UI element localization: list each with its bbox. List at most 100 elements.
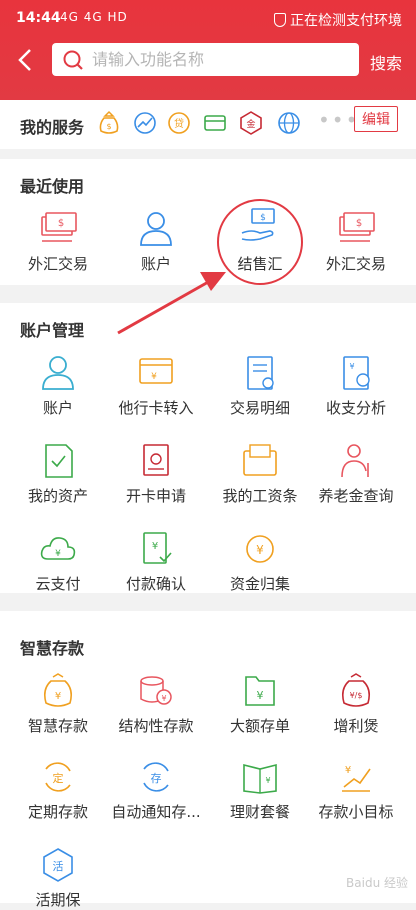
finance-package-icon: ¥ <box>243 763 277 794</box>
svg-text:活: 活 <box>53 860 64 873</box>
smart-deposit-icon: ¥ <box>44 673 72 707</box>
transaction-detail-icon <box>247 356 274 390</box>
asset-icon <box>45 444 73 478</box>
deposit-item-label: 结构性存款 <box>118 717 194 735</box>
payment-confirm-icon: ¥ <box>143 532 172 564</box>
deposit-item-label: 自动通知存... <box>111 803 201 821</box>
back-button[interactable] <box>12 46 40 74</box>
payslip-icon <box>243 444 277 476</box>
gold-icon[interactable]: 金 <box>238 110 264 136</box>
deposit-item-fixed[interactable]: 定 定期存款 <box>6 759 110 822</box>
search-box[interactable] <box>52 43 359 76</box>
svg-text:¥: ¥ <box>161 694 166 703</box>
deposit-item-label: 活期保 <box>35 891 81 909</box>
status-bar: 14:44 4G 4G HD 正在检测支付环境 <box>0 0 416 36</box>
recent-section: 最近使用 $ 外汇交易 账户 $ 结售汇 $ 外汇交易 <box>0 159 416 285</box>
svg-text:¥: ¥ <box>55 691 61 702</box>
deposit-item-structured[interactable]: ¥ 结构性存款 <box>104 673 208 736</box>
deposit-item-label: 智慧存款 <box>27 717 88 735</box>
card-icon[interactable] <box>202 110 228 136</box>
recent-title: 最近使用 <box>20 177 85 196</box>
deposit-item-finance-package[interactable]: ¥ 理财套餐 <box>208 759 312 822</box>
globe-icon[interactable] <box>276 110 302 136</box>
recent-item-account[interactable]: 账户 <box>104 211 208 274</box>
signal-indicator: 4G 4G HD <box>60 10 128 24</box>
account-item-label: 收支分析 <box>325 399 386 417</box>
account-item-label: 资金归集 <box>229 575 290 593</box>
recent-item-forex-2[interactable]: $ 外汇交易 <box>304 211 408 274</box>
account-item-analysis[interactable]: ¥ 收支分析 <box>304 355 408 418</box>
account-item-label: 他行卡转入 <box>118 399 194 417</box>
card-transfer-icon: ¥ <box>139 358 173 384</box>
deposit-item-label: 大额存单 <box>229 717 290 735</box>
status-time: 14:44 <box>16 10 61 26</box>
deposit-item-label: 存款小目标 <box>318 803 394 821</box>
status-right: 正在检测支付环境 <box>274 10 402 30</box>
recent-item-label: 账户 <box>140 255 171 273</box>
account-item-label: 付款确认 <box>125 575 186 593</box>
svg-text:¥: ¥ <box>55 549 61 559</box>
account-item-pension[interactable]: 养老金查询 <box>304 443 408 506</box>
current-deposit-icon: 活 <box>43 848 73 882</box>
deposit-item-interest-pot[interactable]: ¥/$ 增利煲 <box>304 673 408 736</box>
svg-text:¥: ¥ <box>265 776 270 785</box>
svg-text:¥: ¥ <box>151 372 157 382</box>
account-item-label: 我的资产 <box>27 487 88 505</box>
loan-icon[interactable]: 贷 <box>166 110 192 136</box>
recent-item-forex[interactable]: $ 外汇交易 <box>6 211 110 274</box>
forex-icon: $ <box>339 212 375 242</box>
trend-icon[interactable] <box>132 110 158 136</box>
deposit-item-large[interactable]: ¥ 大额存单 <box>208 673 312 736</box>
account-item-card-transfer[interactable]: ¥ 他行卡转入 <box>104 355 208 418</box>
account-icon <box>140 212 172 246</box>
recent-item-label: 外汇交易 <box>325 255 386 273</box>
account-item-payslip[interactable]: 我的工资条 <box>208 443 312 506</box>
shield-icon <box>274 13 286 27</box>
auto-notice-deposit-icon: 存 <box>143 762 169 792</box>
back-arrow-icon <box>18 49 31 71</box>
smart-deposit-title: 智慧存款 <box>20 639 85 658</box>
forex-icon: $ <box>41 212 77 242</box>
top-header: 14:44 4G 4G HD 正在检测支付环境 搜索 <box>0 0 416 100</box>
search-input[interactable] <box>92 43 347 76</box>
edit-button[interactable]: 编辑 <box>354 106 398 132</box>
deposit-item-label: 定期存款 <box>27 803 88 821</box>
svg-text:¥: ¥ <box>349 362 354 371</box>
deposit-item-auto-notice[interactable]: 存 自动通知存... <box>104 759 208 822</box>
search-button[interactable]: 搜索 <box>370 50 402 74</box>
svg-text:$: $ <box>356 218 362 229</box>
svg-text:贷: 贷 <box>174 117 184 130</box>
interest-pot-icon: ¥/$ <box>342 673 370 707</box>
account-item-transaction-detail[interactable]: 交易明细 <box>208 355 312 418</box>
account-item-cloud-pay[interactable]: ¥ 云支付 <box>6 531 110 594</box>
deposit-goal-icon: ¥ <box>342 765 371 792</box>
account-item-label: 我的工资条 <box>222 487 298 505</box>
account-item-fund-collect[interactable]: ¥ 资金归集 <box>208 531 312 594</box>
account-item-payment-confirm[interactable]: ¥ 付款确认 <box>104 531 208 594</box>
svg-text:存: 存 <box>151 771 162 785</box>
analysis-icon: ¥ <box>343 356 370 390</box>
svg-text:定: 定 <box>53 771 64 785</box>
status-right-text: 正在检测支付环境 <box>290 13 402 29</box>
account-icon <box>42 356 74 390</box>
smart-deposit-section: 智慧存款 ¥ 智慧存款 ¥ 结构性存款 ¥ 大额存单 ¥/$ 增利煲 定 定期存… <box>0 611 416 909</box>
pension-icon <box>341 444 369 478</box>
money-bag-icon[interactable]: $ <box>96 110 122 136</box>
deposit-item-current[interactable]: 活 活期保 <box>6 847 110 910</box>
svg-text:¥: ¥ <box>256 543 264 557</box>
svg-text:金: 金 <box>246 118 255 130</box>
my-services-title: 我的服务 <box>20 118 85 137</box>
deposit-item-smart[interactable]: ¥ 智慧存款 <box>6 673 110 736</box>
account-item-asset[interactable]: 我的资产 <box>6 443 110 506</box>
account-item-card-apply[interactable]: 开卡申请 <box>104 443 208 506</box>
account-item-account[interactable]: 账户 <box>6 355 110 418</box>
recent-item-label: 外汇交易 <box>27 255 88 273</box>
deposit-item-goal[interactable]: ¥ 存款小目标 <box>304 759 408 822</box>
svg-text:¥: ¥ <box>257 689 264 702</box>
fixed-deposit-icon: 定 <box>45 762 71 792</box>
large-deposit-icon: ¥ <box>245 676 275 706</box>
account-item-label: 养老金查询 <box>318 487 394 505</box>
svg-text:¥/$: ¥/$ <box>350 691 363 700</box>
card-apply-icon <box>143 444 169 476</box>
cloud-pay-icon: ¥ <box>40 537 76 560</box>
